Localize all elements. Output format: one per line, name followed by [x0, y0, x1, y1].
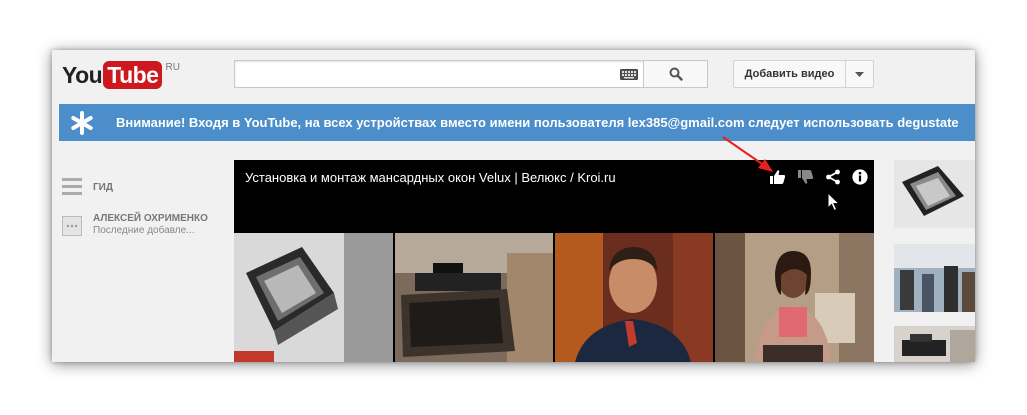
caret-down-icon	[855, 71, 864, 77]
video-player[interactable]: Установка и монтаж мансардных окон Velux…	[234, 160, 874, 362]
upload-menu-button[interactable]	[845, 60, 874, 88]
guide-menu-icon	[62, 178, 82, 195]
channel-name: АЛЕКСЕЙ ОХРИМЕНКО	[93, 213, 208, 224]
related-video-thumbnail[interactable]	[894, 244, 975, 312]
search-input[interactable]	[234, 60, 645, 88]
logo-you-text: You	[62, 62, 103, 88]
search-button[interactable]	[643, 60, 708, 88]
youtube-logo[interactable]: You Tube RU	[62, 61, 180, 91]
share-icon[interactable]	[825, 169, 841, 185]
keyboard-icon[interactable]	[620, 69, 638, 80]
preview-thumbnail[interactable]	[555, 233, 713, 362]
video-title[interactable]: Установка и монтаж мансардных окон Velux…	[245, 170, 616, 185]
sidebar-item-label: ГИД	[93, 182, 113, 193]
notice-banner: Внимание! Входя в YouTube, на всех устро…	[59, 104, 975, 141]
upload-video-button[interactable]: Добавить видео	[733, 60, 846, 88]
preview-thumbnail[interactable]	[715, 233, 874, 362]
video-preview-strip	[234, 233, 874, 362]
info-icon[interactable]	[852, 169, 868, 185]
annotation-arrow	[722, 136, 773, 172]
notice-text: Внимание! Входя в YouTube, на всех устро…	[116, 115, 959, 130]
player-actions	[769, 167, 868, 187]
sidebar-item-channel[interactable]: АЛЕКСЕЙ ОХРИМЕНКО Последние добавле...	[62, 213, 208, 237]
mouse-pointer-icon	[827, 192, 841, 212]
preview-thumbnail[interactable]	[395, 233, 553, 362]
dislike-icon[interactable]	[797, 169, 814, 185]
search-icon	[669, 67, 683, 81]
sidebar-item-guide[interactable]: ГИД	[62, 176, 113, 196]
channel-subtitle: Последние добавле...	[93, 225, 195, 236]
related-video-thumbnail[interactable]	[894, 160, 975, 228]
logo-region-text: RU	[165, 62, 180, 73]
related-video-thumbnail[interactable]	[894, 326, 975, 362]
preview-thumbnail[interactable]	[234, 233, 393, 362]
asterisk-icon	[71, 111, 93, 135]
logo-tube-text: Tube	[103, 61, 163, 89]
channel-avatar	[62, 216, 82, 236]
browser-viewport: You Tube RU Добавить видео Внимание! Вхо…	[52, 50, 975, 362]
